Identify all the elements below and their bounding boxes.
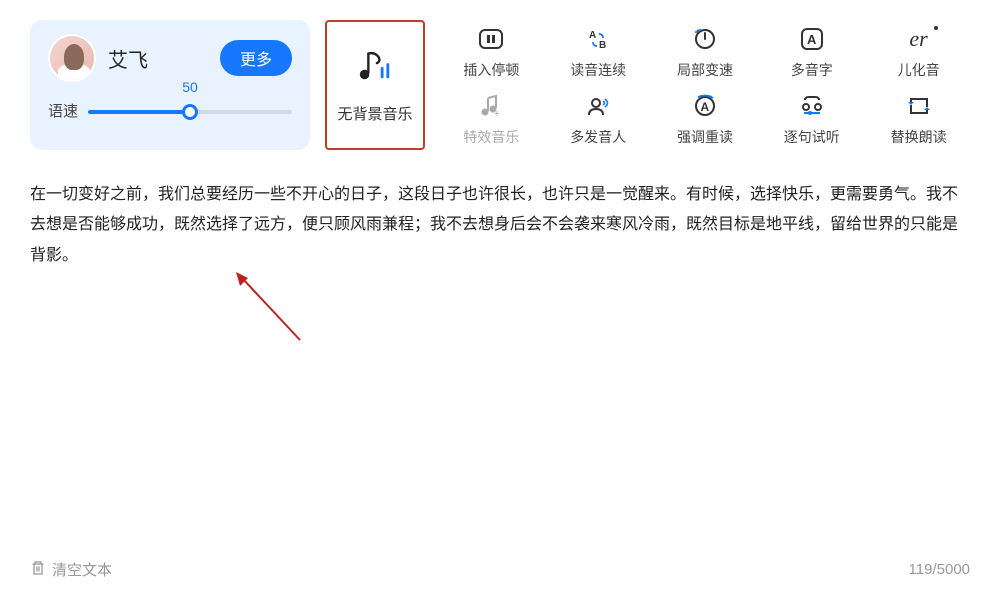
multi-voice-icon [583, 91, 613, 121]
speed-value: 50 [182, 79, 198, 95]
tool-erhua[interactable]: er 儿化音 [867, 20, 970, 83]
speed-slider-row: 语速 50 [48, 100, 292, 121]
sentence-preview-icon [797, 91, 827, 121]
bgm-label: 无背景音乐 [337, 103, 412, 124]
continuous-icon: AB [583, 24, 613, 54]
text-content[interactable]: 在一切变好之前，我们总要经历一些不开心的日子，这段日子也许很长，也许只是一觉醒来… [0, 160, 1000, 291]
voice-card: 艾飞 更多 语速 50 [30, 20, 310, 150]
toolbar: 艾飞 更多 语速 50 无背景音乐 [0, 0, 1000, 160]
voice-name: 艾飞 [108, 44, 220, 73]
svg-text:+: + [494, 109, 500, 119]
char-count: 119/5000 [909, 561, 970, 578]
tool-label: 多音字 [791, 60, 833, 80]
local-speed-icon [690, 24, 720, 54]
tool-grid: 插入停顿 AB 读音连续 局部变速 A 多音字 er 儿化音 + [440, 20, 970, 150]
replace-read-icon [904, 91, 934, 121]
tool-label: 局部变速 [677, 60, 733, 80]
more-button[interactable]: 更多 [220, 40, 292, 76]
voice-avatar[interactable] [48, 34, 96, 82]
speed-slider[interactable]: 50 [88, 101, 292, 121]
tool-label: 强调重读 [677, 127, 733, 147]
svg-text:B: B [599, 40, 606, 51]
svg-text:A: A [807, 32, 817, 47]
speed-label: 语速 [48, 100, 78, 121]
tool-replace-read[interactable]: 替换朗读 [867, 87, 970, 150]
pause-insert-icon [476, 24, 506, 54]
emphasis-icon: A [690, 91, 720, 121]
tool-insert-pause[interactable]: 插入停顿 [440, 20, 543, 83]
tool-sfx-music[interactable]: + 特效音乐 [440, 87, 543, 150]
svg-text:A: A [700, 100, 709, 114]
bgm-button[interactable]: 无背景音乐 [325, 20, 425, 150]
tool-continuous[interactable]: AB 读音连续 [547, 20, 650, 83]
tool-label: 读音连续 [570, 60, 626, 80]
erhua-icon: er [904, 24, 934, 54]
svg-text:A: A [589, 30, 596, 41]
tool-label: 多发音人 [570, 127, 626, 147]
tool-polyphone[interactable]: A 多音字 [760, 20, 863, 83]
tool-multi-voice[interactable]: 多发音人 [547, 87, 650, 150]
footer: 清空文本 119/5000 [0, 559, 1000, 580]
slider-fill [88, 110, 190, 114]
trash-icon [30, 560, 46, 580]
clear-label: 清空文本 [52, 559, 112, 580]
tool-local-speed[interactable]: 局部变速 [654, 20, 757, 83]
tool-label: 特效音乐 [463, 127, 519, 147]
tool-sentence-preview[interactable]: 逐句试听 [760, 87, 863, 150]
tool-label: 儿化音 [898, 60, 940, 80]
tool-label: 插入停顿 [463, 60, 519, 80]
sfx-music-icon: + [476, 91, 506, 121]
clear-text-button[interactable]: 清空文本 [30, 559, 112, 580]
voice-top-row: 艾飞 更多 [48, 34, 292, 82]
polyphone-icon: A [797, 24, 827, 54]
tool-label: 逐句试听 [784, 127, 840, 147]
tool-label: 替换朗读 [891, 127, 947, 147]
slider-thumb[interactable] [182, 104, 198, 120]
music-note-icon [356, 46, 394, 89]
tool-emphasis[interactable]: A 强调重读 [654, 87, 757, 150]
